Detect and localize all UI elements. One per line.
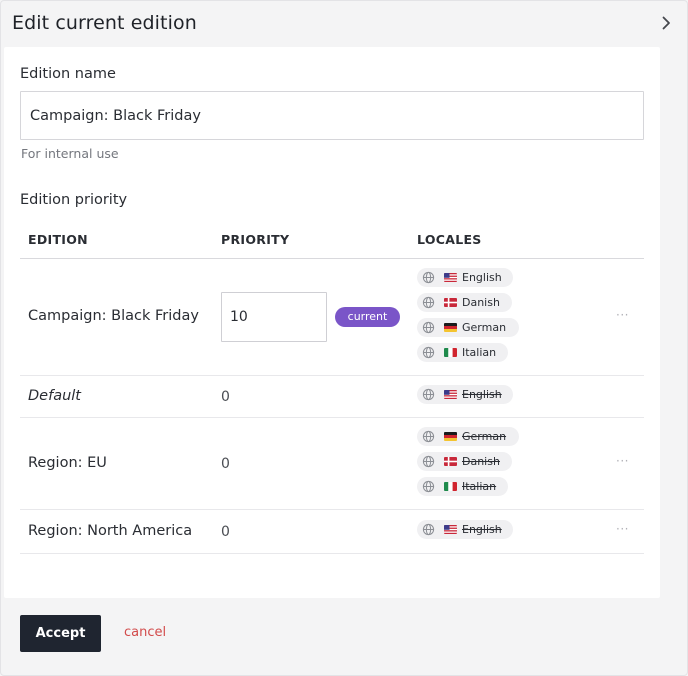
- table-row-edition: Region: EU: [28, 455, 107, 471]
- globe-icon: [422, 271, 435, 284]
- locale-chip-danish: Danish: [417, 452, 512, 471]
- current-badge: current: [335, 307, 400, 327]
- row-actions-menu[interactable]: ···: [616, 522, 629, 536]
- cancel-link[interactable]: cancel: [124, 625, 166, 640]
- it-flag-icon: [444, 348, 457, 357]
- locale-label: Italian: [462, 346, 497, 359]
- table-row-edition: Region: North America: [28, 523, 193, 539]
- locale-label: English: [462, 523, 502, 536]
- table-row-priority: 0: [221, 389, 230, 405]
- globe-icon: [422, 321, 435, 334]
- column-header-locales: LOCALES: [417, 232, 482, 247]
- accept-button[interactable]: Accept: [20, 615, 101, 652]
- globe-icon: [422, 346, 435, 359]
- dialog-title: Edit current edition: [12, 12, 197, 34]
- table-row-priority: 0: [221, 456, 230, 472]
- de-flag-icon: [444, 432, 457, 441]
- globe-icon: [422, 455, 435, 468]
- dialog-header: Edit current edition: [0, 0, 688, 47]
- table-row-divider: [20, 375, 644, 376]
- column-header-priority: PRIORITY: [221, 232, 290, 247]
- locale-chip-danish: Danish: [417, 293, 512, 312]
- locale-chip-italian: Italian: [417, 343, 508, 362]
- dk-flag-icon: [444, 457, 457, 466]
- edition-priority-label: Edition priority: [20, 192, 128, 208]
- locale-label: German: [462, 321, 507, 334]
- globe-icon: [422, 523, 435, 536]
- globe-icon: [422, 296, 435, 309]
- locale-chip-english: English: [417, 520, 513, 539]
- us-flag-icon: [444, 390, 457, 399]
- table-row-divider: [20, 417, 644, 418]
- locale-chip-german: German: [417, 318, 519, 337]
- dk-flag-icon: [444, 298, 457, 307]
- locale-label: English: [462, 271, 502, 284]
- edition-name-help: For internal use: [21, 146, 119, 161]
- locale-chip-english: English: [417, 385, 513, 404]
- edition-name-input[interactable]: [20, 91, 644, 140]
- locale-label: Italian: [462, 480, 497, 493]
- locale-label: Danish: [462, 455, 500, 468]
- locale-label: German: [462, 430, 507, 443]
- us-flag-icon: [444, 525, 457, 534]
- it-flag-icon: [444, 482, 457, 491]
- table-row-edition: Default: [28, 388, 81, 404]
- table-row-divider: [20, 509, 644, 510]
- globe-icon: [422, 430, 435, 443]
- chevron-right-icon[interactable]: [658, 15, 674, 31]
- table-row-edition: Campaign: Black Friday: [28, 308, 199, 324]
- priority-input[interactable]: [221, 292, 327, 342]
- table-row-divider: [20, 553, 644, 554]
- table-header-divider: [20, 258, 644, 259]
- edition-name-label: Edition name: [20, 66, 116, 82]
- globe-icon: [422, 388, 435, 401]
- table-row-priority: 0: [221, 524, 230, 540]
- de-flag-icon: [444, 323, 457, 332]
- locale-chip-italian: Italian: [417, 477, 508, 496]
- us-flag-icon: [444, 273, 457, 282]
- locale-chip-english: English: [417, 268, 513, 287]
- locale-label: English: [462, 388, 502, 401]
- column-header-edition: EDITION: [28, 232, 88, 247]
- globe-icon: [422, 480, 435, 493]
- row-actions-menu[interactable]: ···: [616, 454, 629, 468]
- row-actions-menu[interactable]: ···: [616, 308, 629, 322]
- locale-chip-german: German: [417, 427, 519, 446]
- locale-label: Danish: [462, 296, 500, 309]
